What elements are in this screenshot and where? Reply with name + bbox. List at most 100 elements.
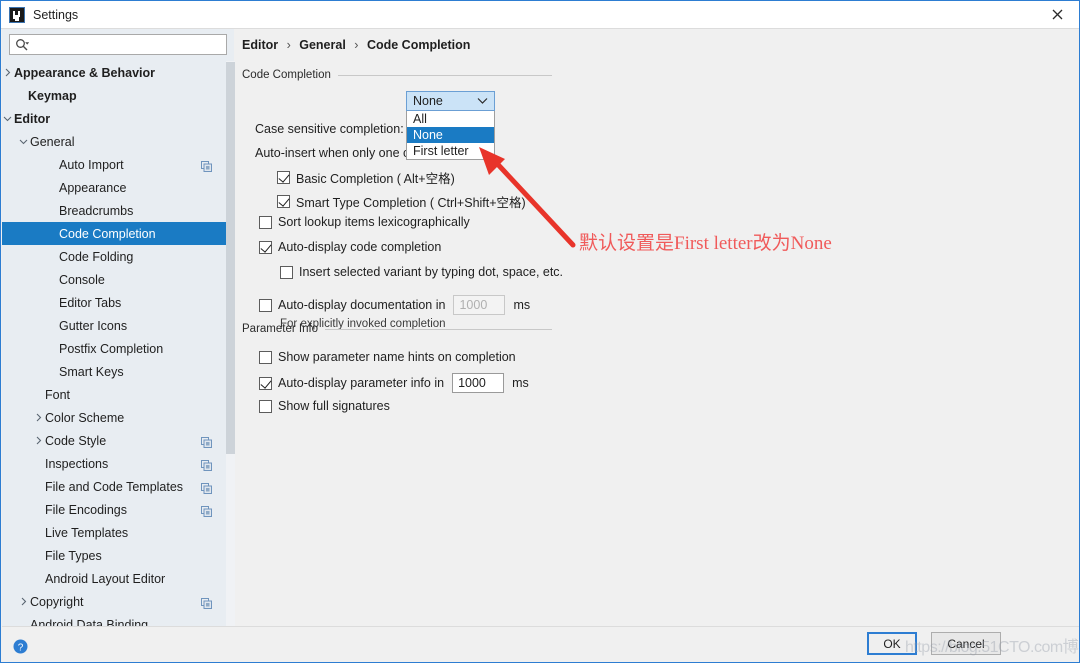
basic-completion-row[interactable]: Basic Completion ( Alt+空格) — [277, 168, 455, 187]
sidebar-item-editor-tabs[interactable]: Editor Tabs — [2, 291, 226, 314]
insert-selected-variant-row[interactable]: Insert selected variant by typing dot, s… — [280, 265, 563, 279]
chevron-down-icon[interactable] — [18, 137, 28, 147]
help-circle-icon[interactable]: ? — [13, 639, 28, 654]
sidebar-item-label: Editor Tabs — [59, 295, 122, 310]
show-parameter-hints-label: Show parameter name hints on completion — [278, 350, 516, 364]
sidebar-item-auto-import[interactable]: Auto Import — [2, 153, 226, 176]
breadcrumb-separator-2: › — [354, 38, 359, 52]
close-icon — [1052, 9, 1062, 20]
auto-display-documentation-delay-input[interactable] — [453, 295, 506, 315]
sidebar-item-label: Font — [45, 387, 71, 402]
window-title: Settings — [33, 7, 79, 22]
sidebar-item-android-data-binding[interactable]: Android Data Binding — [2, 613, 226, 627]
project-scope-icon — [201, 504, 212, 517]
sidebar-item-general[interactable]: General — [2, 130, 226, 153]
insert-selected-variant-checkbox[interactable] — [280, 265, 293, 279]
annotation-text: 默认设置是First letter改为None — [579, 233, 832, 254]
sidebar-scrollbar-thumb[interactable] — [226, 62, 235, 454]
auto-display-parameter-info-label: Auto-display parameter info in — [278, 376, 445, 390]
auto-display-documentation-row[interactable]: Auto-display documentation in ms — [259, 295, 530, 315]
cancel-button[interactable]: Cancel — [931, 632, 1001, 655]
group-title: Code Completion — [242, 69, 331, 81]
settings-dialog: Settings Appearance & Behavior Keymap Edit… — [0, 0, 1080, 663]
chevron-right-icon[interactable] — [33, 436, 43, 446]
title-bar: Settings — [1, 1, 1079, 29]
sidebar-item-label: Inspections — [45, 456, 109, 471]
smart-type-completion-checkbox[interactable] — [277, 195, 290, 208]
sidebar-item-appearance[interactable]: Appearance — [2, 176, 226, 199]
auto-display-code-completion-checkbox[interactable] — [259, 240, 272, 254]
case-sensitive-completion-row: Case sensitive completion: — [255, 122, 404, 136]
combobox-option-first-letter[interactable]: First letter — [407, 143, 494, 159]
sidebar-item-label: Live Templates — [45, 525, 129, 540]
combobox-dropdown-list[interactable]: All None First letter — [406, 111, 495, 160]
chevron-down-icon — [477, 98, 488, 104]
sidebar-item-label: Code Completion — [59, 226, 156, 241]
show-full-signatures-row[interactable]: Show full signatures — [259, 399, 390, 413]
sidebar-item-label: File Types — [45, 548, 102, 563]
sidebar-item-label: File Encodings — [45, 502, 127, 517]
sidebar-item-editor[interactable]: Editor — [2, 107, 226, 130]
auto-display-parameter-info-checkbox[interactable] — [259, 376, 272, 390]
show-parameter-hints-checkbox[interactable] — [259, 350, 272, 364]
intellij-idea-icon — [9, 6, 25, 23]
close-button[interactable] — [1035, 1, 1079, 28]
auto-display-parameter-info-delay-input[interactable] — [452, 373, 505, 393]
settings-sidebar: Appearance & Behavior Keymap Editor General… — [2, 29, 235, 626]
breadcrumb-part-general[interactable]: General — [299, 38, 346, 52]
sidebar-item-console[interactable]: Console — [2, 268, 226, 291]
sidebar-item-code-completion[interactable]: Code Completion — [2, 222, 226, 245]
sidebar-item-android-layout-editor[interactable]: Android Layout Editor — [2, 567, 226, 590]
sidebar-item-smart-keys[interactable]: Smart Keys — [2, 360, 226, 383]
sidebar-item-code-style[interactable]: Code Style — [2, 429, 226, 452]
insert-selected-variant-label: Insert selected variant by typing dot, s… — [299, 265, 564, 279]
search-input[interactable] — [33, 36, 213, 53]
chevron-right-icon[interactable] — [18, 597, 28, 607]
sidebar-item-postfix-completion[interactable]: Postfix Completion — [2, 337, 226, 360]
sidebar-item-font[interactable]: Font — [2, 383, 226, 406]
auto-display-documentation-label: Auto-display documentation in — [278, 298, 446, 312]
chevron-right-icon[interactable] — [33, 413, 43, 423]
sort-lookup-checkbox[interactable] — [259, 215, 272, 229]
show-full-signatures-checkbox[interactable] — [259, 399, 272, 413]
sidebar-item-gutter-icons[interactable]: Gutter Icons — [2, 314, 226, 337]
sidebar-item-live-templates[interactable]: Live Templates — [2, 521, 226, 544]
combobox-option-none[interactable]: None — [407, 127, 494, 143]
ok-button[interactable]: OK — [867, 632, 917, 655]
case-sensitive-completion-combobox[interactable]: None — [406, 91, 495, 111]
chevron-down-icon[interactable] — [2, 114, 12, 124]
sidebar-item-file-types[interactable]: File Types — [2, 544, 226, 567]
sort-lookup-row[interactable]: Sort lookup items lexicographically — [259, 215, 470, 229]
breadcrumb: Editor › General › Code Completion — [242, 38, 470, 52]
group-title: Parameter Info — [242, 323, 319, 335]
breadcrumb-part-editor[interactable]: Editor — [242, 38, 278, 52]
sidebar-item-label: Appearance — [59, 180, 127, 195]
chevron-right-icon[interactable] — [2, 68, 12, 78]
svg-text:?: ? — [18, 642, 24, 653]
search-box[interactable] — [9, 34, 227, 55]
sidebar-item-code-folding[interactable]: Code Folding — [2, 245, 226, 268]
code-completion-group-header: Code Completion — [242, 69, 552, 81]
show-parameter-hints-row[interactable]: Show parameter name hints on completion — [259, 350, 516, 364]
combobox-option-all[interactable]: All — [407, 111, 494, 127]
project-scope-icon — [201, 435, 212, 448]
sidebar-item-file-and-code-templates[interactable]: File and Code Templates — [2, 475, 226, 498]
auto-display-documentation-unit: ms — [513, 298, 531, 312]
sidebar-item-breadcrumbs[interactable]: Breadcrumbs — [2, 199, 226, 222]
auto-display-parameter-info-row[interactable]: Auto-display parameter info in ms — [259, 373, 529, 393]
sidebar-item-inspections[interactable]: Inspections — [2, 452, 226, 475]
auto-display-code-completion-row[interactable]: Auto-display code completion — [259, 240, 441, 254]
sidebar-item-color-scheme[interactable]: Color Scheme — [2, 406, 226, 429]
sidebar-item-label: Keymap — [28, 88, 77, 103]
sidebar-item-appearance-behavior[interactable]: Appearance & Behavior — [2, 61, 226, 84]
settings-tree[interactable]: Appearance & Behavior Keymap Editor General… — [2, 61, 226, 626]
breadcrumb-separator-1: › — [286, 38, 291, 52]
sidebar-item-label: Android Layout Editor — [45, 571, 166, 586]
basic-completion-checkbox[interactable] — [277, 171, 290, 184]
sidebar-item-keymap[interactable]: Keymap — [2, 84, 226, 107]
sidebar-item-copyright[interactable]: Copyright — [2, 590, 226, 613]
sidebar-item-label: Code Style — [45, 433, 107, 448]
smart-type-completion-row[interactable]: Smart Type Completion ( Ctrl+Shift+空格) — [277, 192, 526, 211]
sidebar-item-file-encodings[interactable]: File Encodings — [2, 498, 226, 521]
auto-display-documentation-checkbox[interactable] — [259, 298, 272, 312]
